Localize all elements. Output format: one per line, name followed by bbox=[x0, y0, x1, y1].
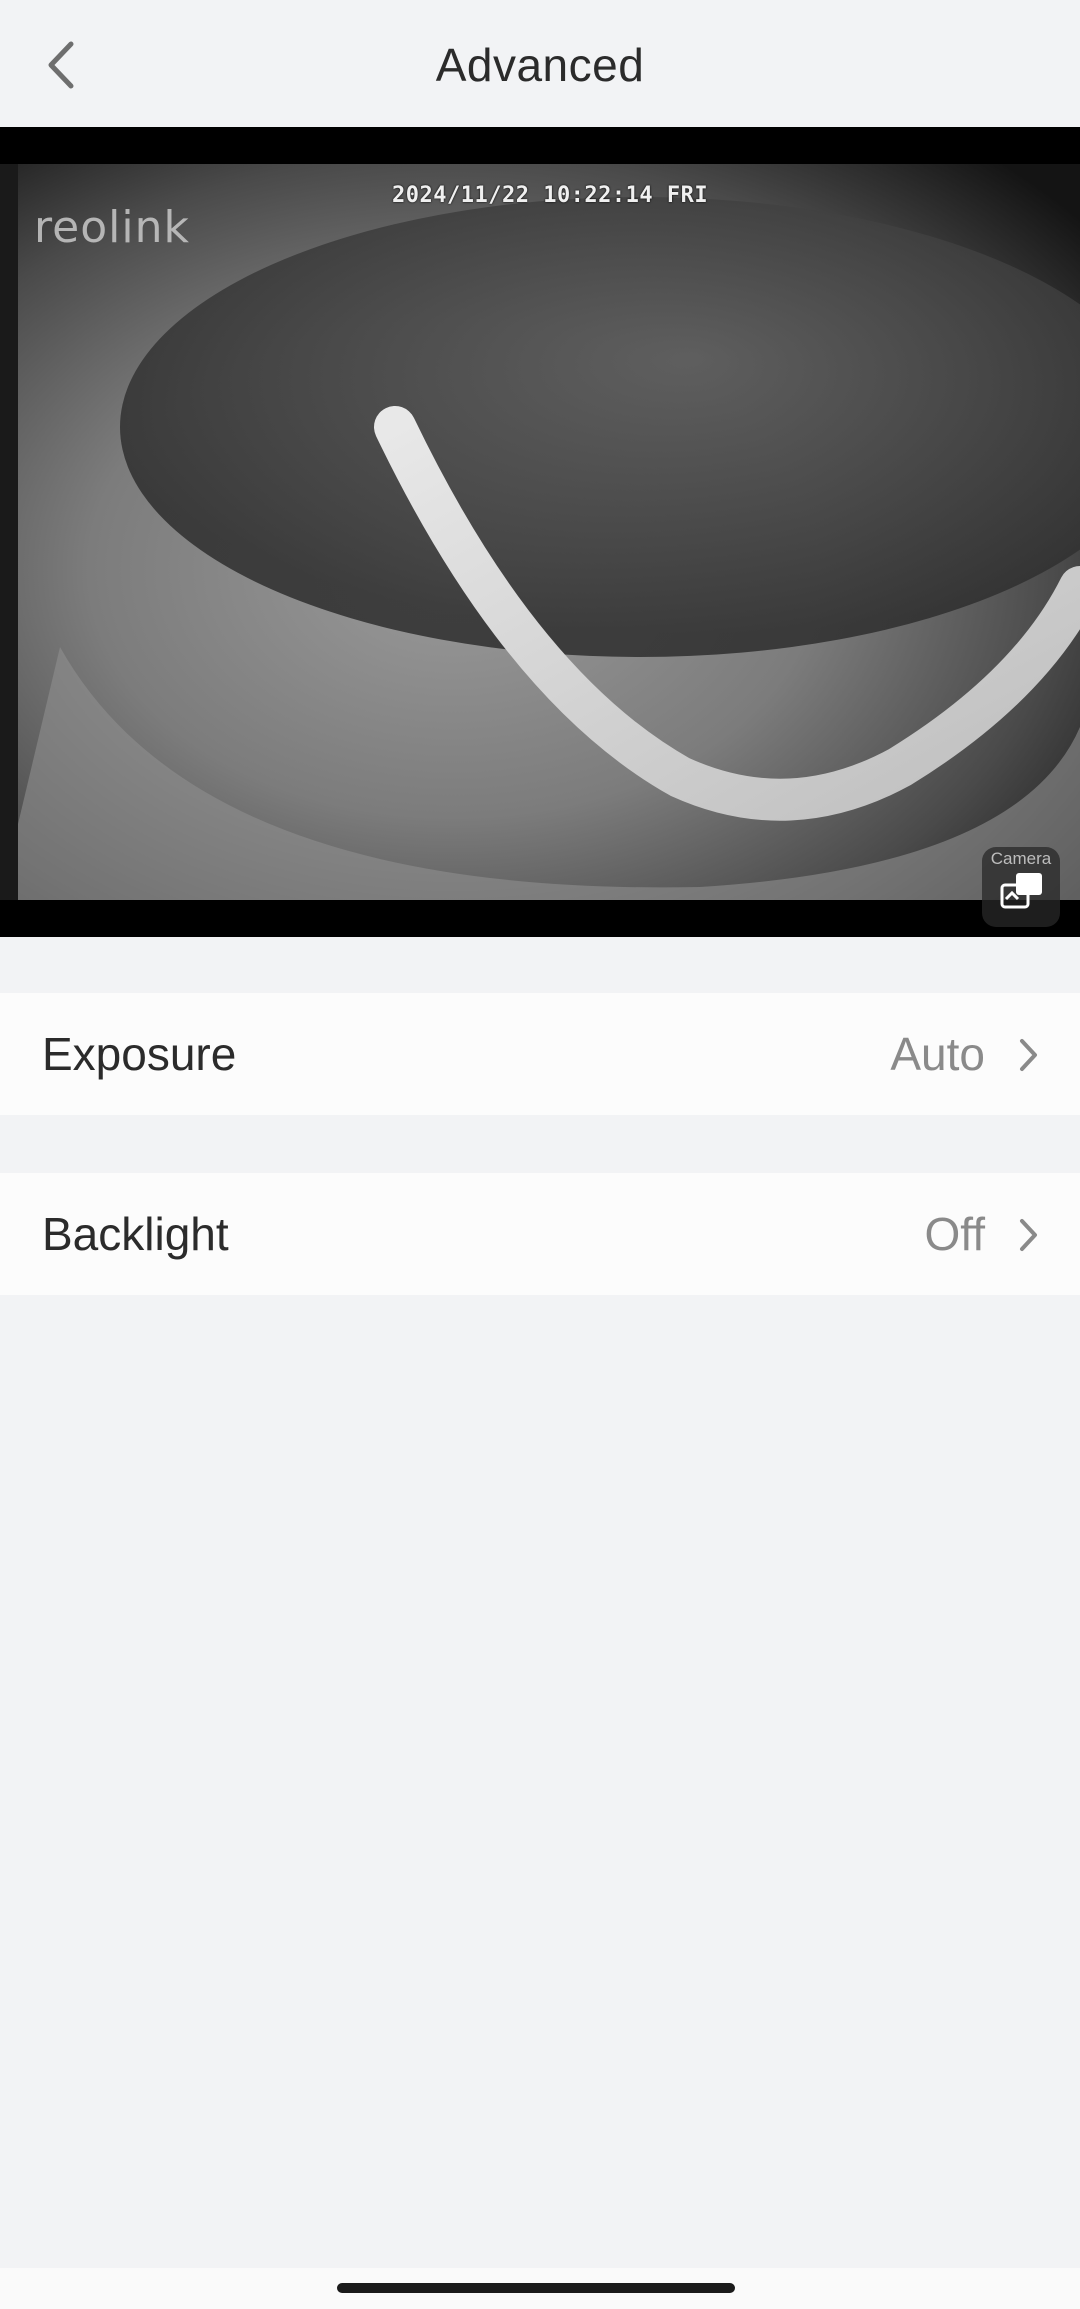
page-title: Advanced bbox=[435, 39, 645, 91]
backlight-label: Backlight bbox=[42, 1208, 229, 1260]
camera-switch-button[interactable]: Camera bbox=[982, 847, 1060, 927]
exposure-value: Auto bbox=[890, 1028, 985, 1080]
chevron-right-icon bbox=[1020, 1039, 1037, 1071]
camera-live-view[interactable]: reolink 2024/11/22 10:22:14 FRI Camera bbox=[0, 127, 1080, 937]
backlight-value: Off bbox=[924, 1208, 985, 1260]
camera-switch-icon bbox=[1000, 873, 1042, 909]
home-indicator[interactable] bbox=[337, 2283, 735, 2293]
chevron-right-icon bbox=[1020, 1219, 1037, 1251]
setting-row-backlight[interactable]: Backlight Off bbox=[0, 1173, 1080, 1295]
header-bar: Advanced bbox=[0, 0, 1080, 127]
setting-row-exposure[interactable]: Exposure Auto bbox=[0, 993, 1080, 1115]
camera-brand-logo: reolink bbox=[34, 202, 190, 253]
camera-switch-label: Camera bbox=[990, 849, 1052, 868]
camera-timestamp: 2024/11/22 10:22:14 FRI bbox=[392, 183, 709, 208]
exposure-label: Exposure bbox=[42, 1028, 237, 1080]
